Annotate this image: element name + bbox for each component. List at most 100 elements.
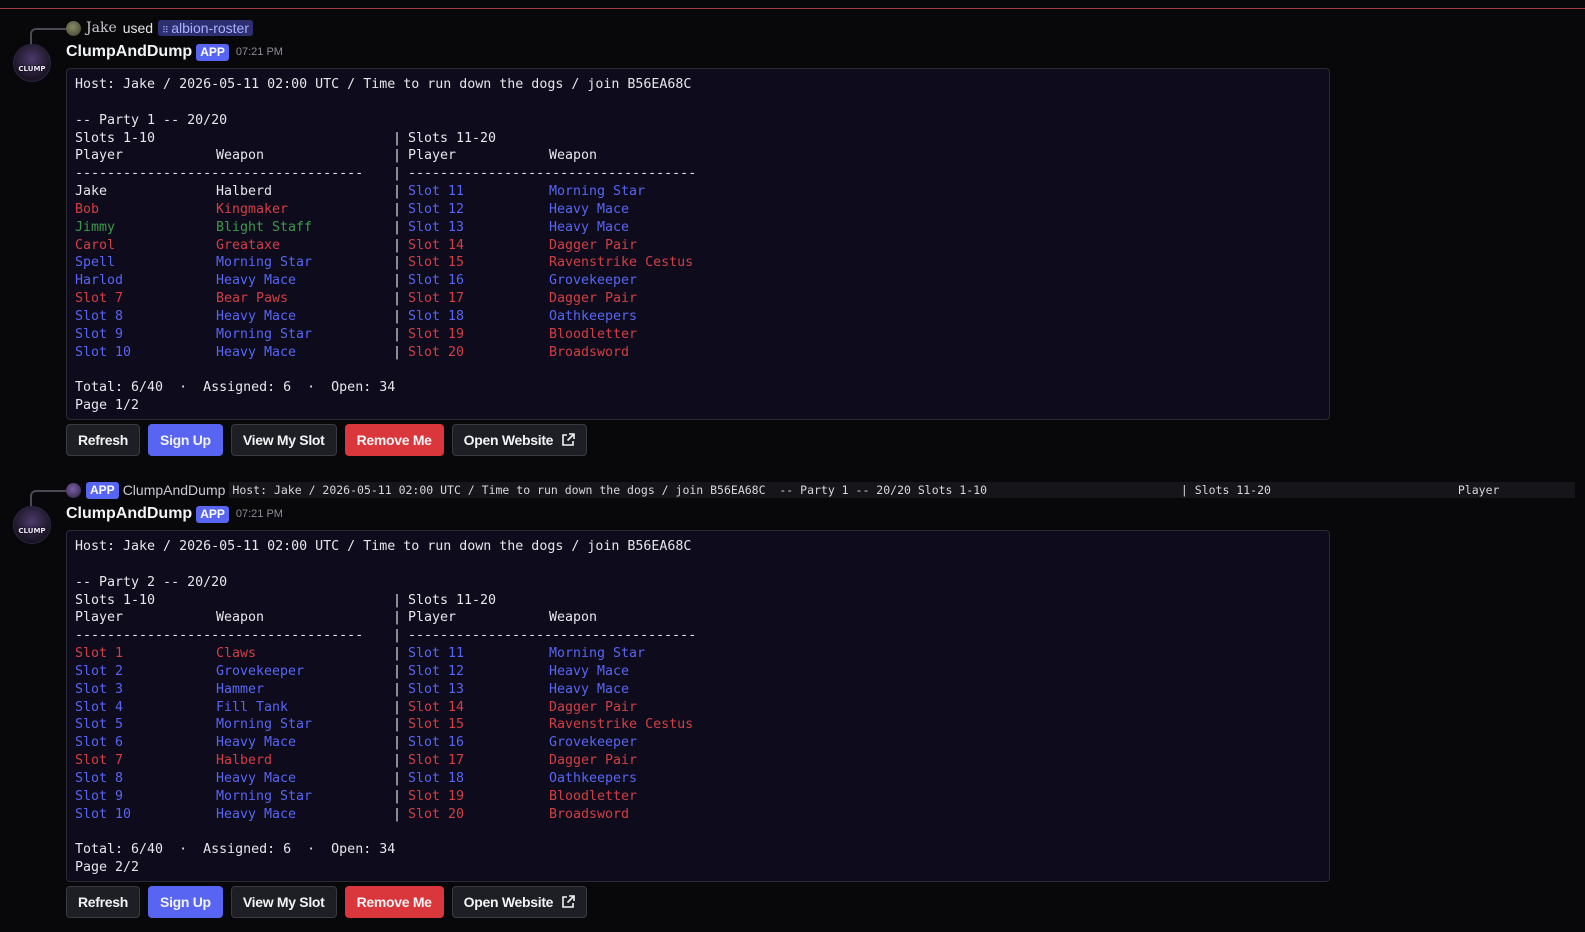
left-weapon-cell: Heavy Mace <box>216 806 297 822</box>
left-player-cell: Slot 10 <box>75 344 132 360</box>
right-player-header: Player <box>408 148 457 164</box>
left-weapon-cell: Morning Star <box>216 326 313 342</box>
author-avatar[interactable]: CLUMP <box>13 506 51 544</box>
left-weapon-cell: Heavy Mace <box>216 308 297 324</box>
used-label: used <box>122 20 154 36</box>
left-player-cell: Slot 9 <box>75 326 124 342</box>
author-name[interactable]: ClumpAndDump <box>66 505 192 523</box>
party-line: -- Party 2 -- 20/20 <box>75 574 228 590</box>
open-website-button[interactable]: Open Website <box>451 886 588 918</box>
open-website-label: Open Website <box>463 894 554 910</box>
refresh-button[interactable]: Refresh <box>66 886 141 918</box>
left-player-cell: Slot 10 <box>75 806 132 822</box>
roster-code-block: Host: Jake / 2026-05-11 02:00 UTC / Time… <box>66 530 1330 882</box>
totals-line: Total: 6/40 · Assigned: 6 · Open: 34 <box>75 380 396 396</box>
command-pill[interactable]: ⠿ albion-roster <box>158 20 254 36</box>
column-separator: | <box>393 699 410 715</box>
column-separator: | <box>393 166 410 182</box>
roster-row: Slot 8 Heavy Mace | Slot 18 Oathkeepers <box>75 770 1329 788</box>
right-weapon-cell: Oathkeepers <box>549 308 638 324</box>
roster-row: Slot 7 Halberd | Slot 17 Dagger Pair <box>75 752 1329 770</box>
left-player-cell: Jake <box>75 184 108 200</box>
author-avatar[interactable]: CLUMP <box>13 44 51 82</box>
roster-row: Slot 2 Grovekeeper | Slot 12 Heavy Mace <box>75 663 1329 681</box>
roster-row: Jimmy Blight Staff | Slot 13 Heavy Mace <box>75 219 1329 237</box>
left-player-cell: Slot 1 <box>75 646 124 662</box>
left-weapon-cell: Heavy Mace <box>216 735 297 751</box>
left-weapon-cell: Morning Star <box>216 788 313 804</box>
right-player-cell: Slot 14 <box>408 237 465 253</box>
command-user-name[interactable]: Jake <box>86 20 117 36</box>
command-usage-line[interactable]: Jake used ⠿ albion-roster <box>66 18 254 38</box>
right-player-cell: Slot 16 <box>408 273 465 289</box>
right-player-cell: Slot 15 <box>408 717 465 733</box>
external-link-icon <box>562 895 575 908</box>
reply-preview-text[interactable]: Host: Jake / 2026-05-11 02:00 UTC / Time… <box>229 482 1576 498</box>
column-separator: | <box>393 628 410 644</box>
right-weapon-cell: Grovekeeper <box>549 273 638 289</box>
right-divider: ------------------------------------ <box>408 166 697 182</box>
right-player-cell: Slot 12 <box>408 201 465 217</box>
right-weapon-cell: Heavy Mace <box>549 681 630 697</box>
left-weapon-cell: Grovekeeper <box>216 663 305 679</box>
left-player-cell: Slot 3 <box>75 681 124 697</box>
left-weapon-cell: Kingmaker <box>216 201 289 217</box>
roster-code-block: Host: Jake / 2026-05-11 02:00 UTC / Time… <box>66 68 1330 420</box>
right-weapon-cell: Morning Star <box>549 646 646 662</box>
roster-row: Slot 7 Bear Paws | Slot 17 Dagger Pair <box>75 290 1329 308</box>
right-player-cell: Slot 17 <box>408 291 465 307</box>
column-separator: | <box>393 237 410 253</box>
right-weapon-cell: Bloodletter <box>549 326 638 342</box>
right-player-cell: Slot 11 <box>408 184 465 200</box>
action-buttons: Refresh Sign Up View My Slot Remove Me O… <box>66 424 588 456</box>
reply-author-name[interactable]: ClumpAndDump <box>123 482 226 498</box>
left-weapon-cell: Heavy Mace <box>216 344 297 360</box>
left-weapon-cell: Heavy Mace <box>216 770 297 786</box>
view-my-slot-button[interactable]: View My Slot <box>230 424 337 456</box>
left-player-cell: Slot 2 <box>75 663 124 679</box>
right-player-cell: Slot 16 <box>408 735 465 751</box>
right-divider: ------------------------------------ <box>408 628 697 644</box>
column-separator: | <box>393 646 410 662</box>
right-player-header: Player <box>408 610 457 626</box>
command-icon: ⠿ <box>162 25 172 35</box>
right-player-cell: Slot 14 <box>408 699 465 715</box>
left-weapon-cell: Morning Star <box>216 717 313 733</box>
author-name[interactable]: ClumpAndDump <box>66 43 192 61</box>
remove-me-button[interactable]: Remove Me <box>344 886 444 918</box>
column-header-row: Player Weapon | Player Weapon <box>75 147 1329 165</box>
right-weapon-cell: Ravenstrike Cestus <box>549 255 694 271</box>
right-player-cell: Slot 19 <box>408 788 465 804</box>
left-section-label: Slots 1-10 <box>75 130 156 146</box>
left-weapon-cell: Morning Star <box>216 255 313 271</box>
timestamp: 07:21 PM <box>235 508 283 520</box>
message-header: ClumpAndDump APP 07:21 PM <box>66 42 283 62</box>
reply-reference[interactable]: APP ClumpAndDump Host: Jake / 2026-05-11… <box>66 480 1576 500</box>
refresh-button[interactable]: Refresh <box>66 424 141 456</box>
right-weapon-cell: Heavy Mace <box>549 219 630 235</box>
right-player-cell: Slot 11 <box>408 646 465 662</box>
avatar-logo-text: CLUMP <box>18 527 46 535</box>
left-weapon-cell: Hammer <box>216 681 265 697</box>
reply-connector <box>30 490 66 508</box>
remove-me-button[interactable]: Remove Me <box>344 424 444 456</box>
view-my-slot-button[interactable]: View My Slot <box>230 886 337 918</box>
right-player-cell: Slot 13 <box>408 219 465 235</box>
left-player-cell: Bob <box>75 201 100 217</box>
sign-up-button[interactable]: Sign Up <box>148 886 223 918</box>
right-weapon-cell: Heavy Mace <box>549 201 630 217</box>
roster-row: Spell Morning Star | Slot 15 Ravenstrike Ce… <box>75 254 1329 272</box>
host-line: Host: Jake / 2026-05-11 02:00 UTC / Time… <box>75 77 692 92</box>
right-player-cell: Slot 15 <box>408 255 465 271</box>
column-separator: | <box>393 308 410 324</box>
column-separator: | <box>393 717 410 733</box>
left-player-cell: Carol <box>75 237 116 253</box>
roster-row: Jake Halberd | Slot 11 Morning Star <box>75 183 1329 201</box>
roster-row: Slot 6 Heavy Mace | Slot 16 Grovekeeper <box>75 734 1329 752</box>
roster-row: Slot 10 Heavy Mace | Slot 20 Broadsword <box>75 806 1329 824</box>
sign-up-button[interactable]: Sign Up <box>148 424 223 456</box>
column-separator: | <box>393 255 410 271</box>
external-link-icon <box>562 433 575 446</box>
open-website-button[interactable]: Open Website <box>451 424 588 456</box>
